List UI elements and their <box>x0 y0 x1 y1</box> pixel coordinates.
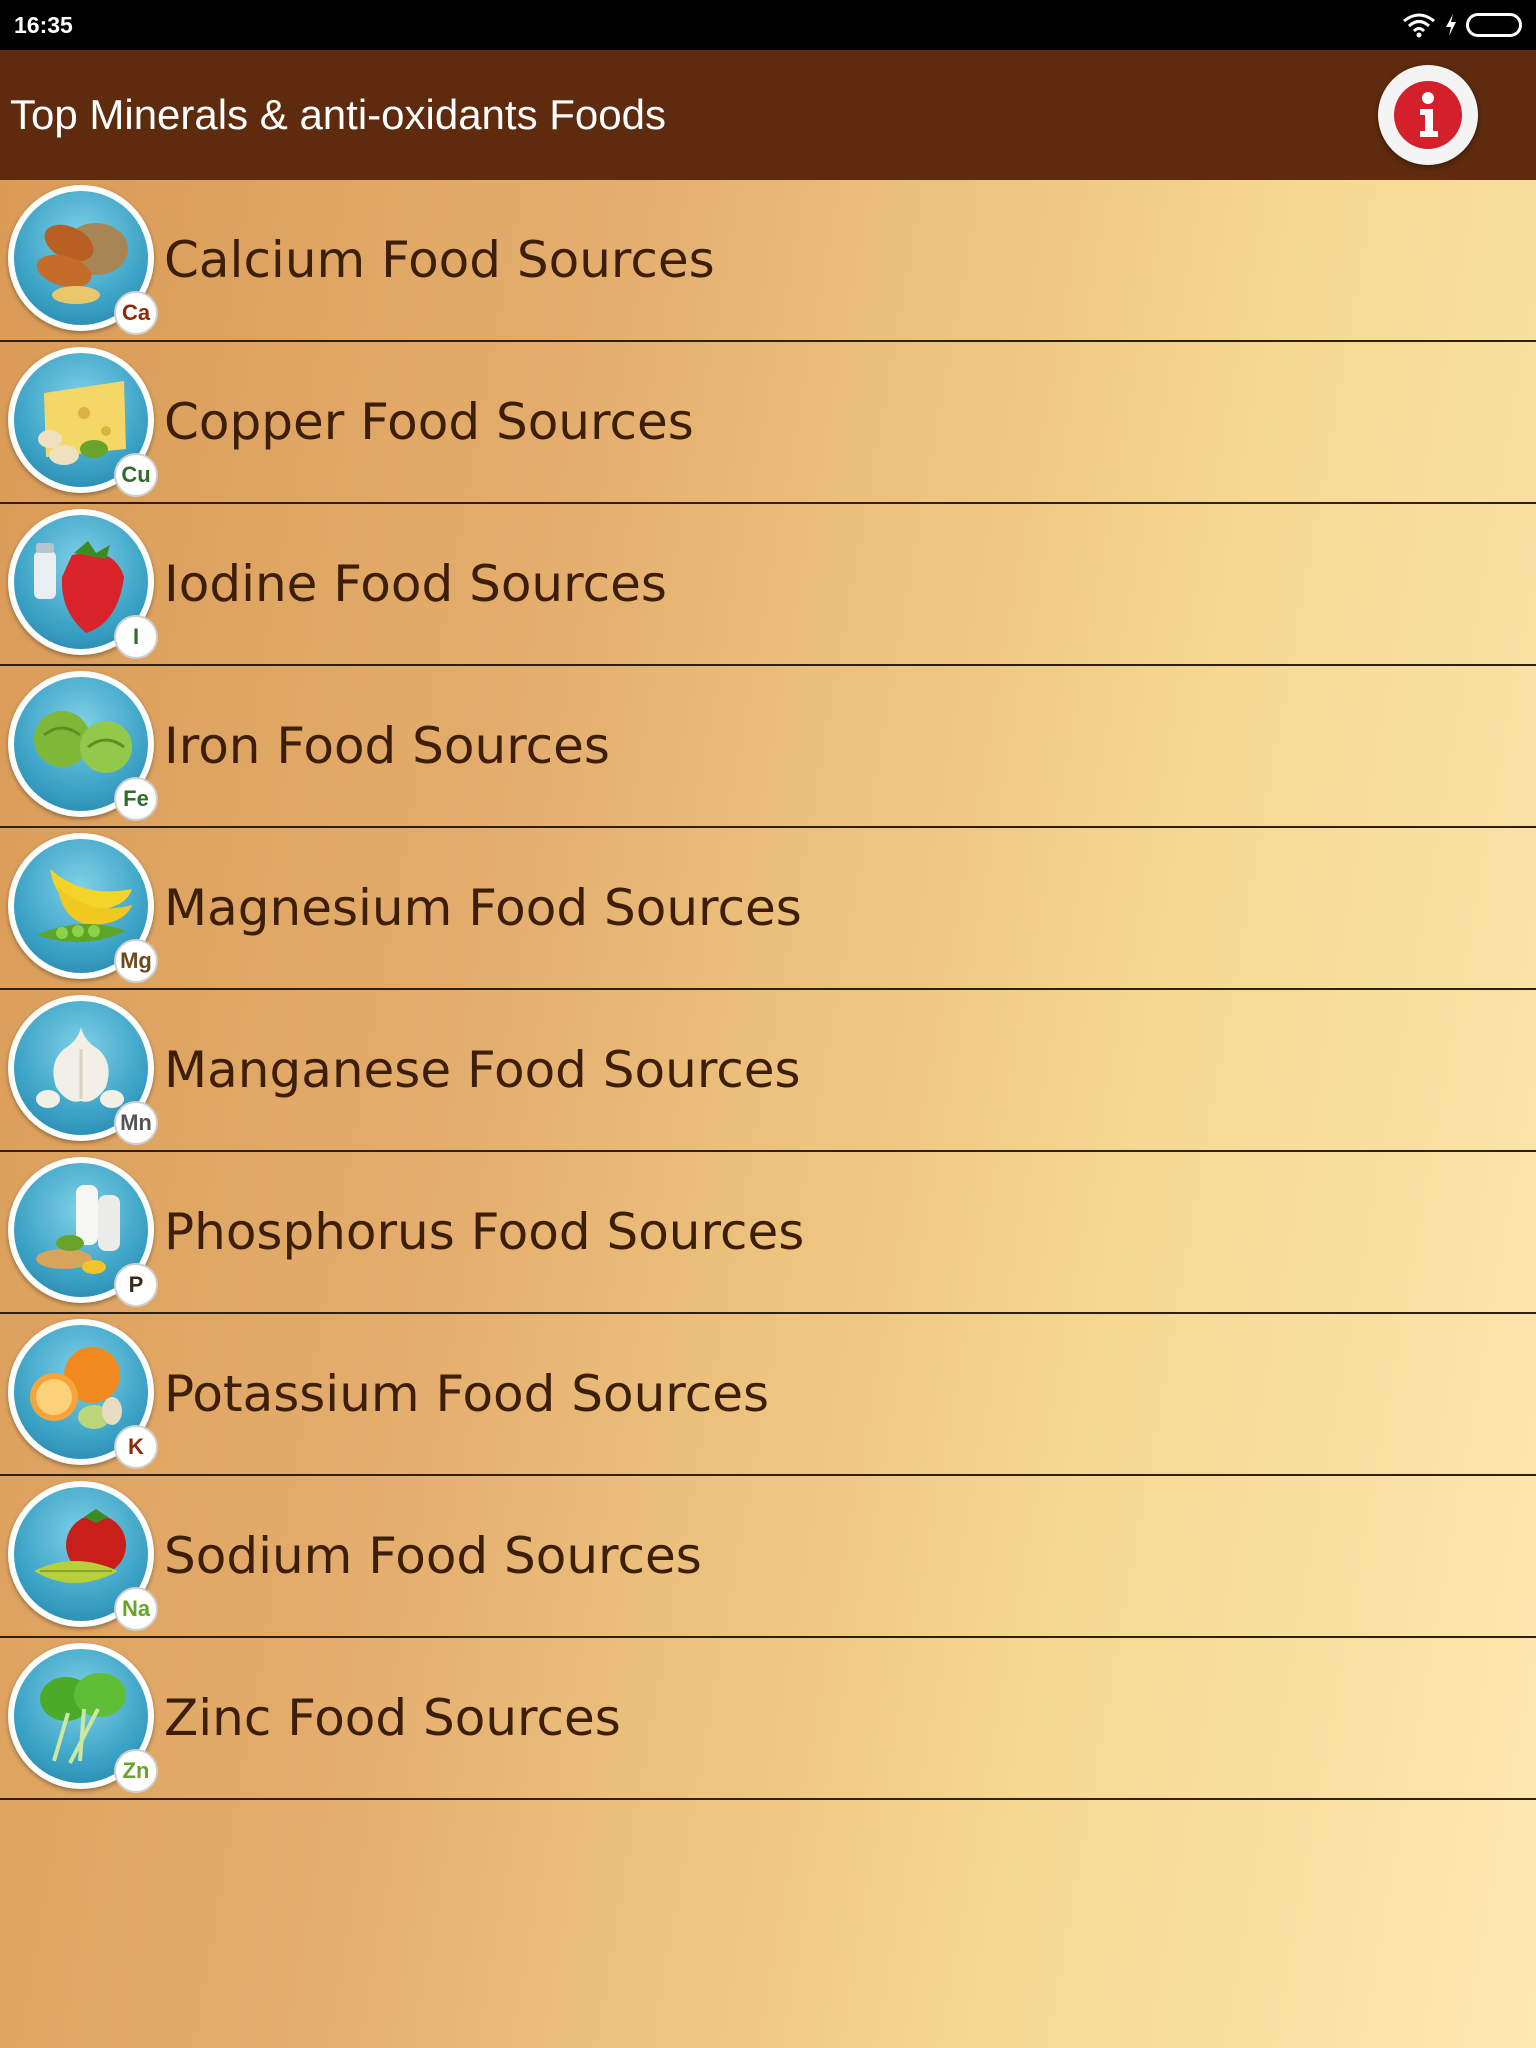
manganese-icon-wrap: Mn <box>8 995 158 1145</box>
mineral-list: Ca Calcium Food Sources Cu Copper Food S… <box>0 180 1536 1800</box>
app-title: Top Minerals & anti-oxidants Foods <box>10 91 666 138</box>
list-item-magnesium[interactable]: Mg Magnesium Food Sources <box>0 828 1536 990</box>
list-item-label: Zinc Food Sources <box>164 1689 621 1747</box>
list-item-phosphorus[interactable]: P Phosphorus Food Sources <box>0 1152 1536 1314</box>
potassium-icon-wrap: K <box>8 1319 158 1469</box>
potassium-symbol-badge: K <box>114 1425 158 1469</box>
sodium-symbol-badge: Na <box>114 1587 158 1631</box>
copper-icon-wrap: Cu <box>8 347 158 497</box>
info-icon <box>1394 81 1462 149</box>
copper-symbol-badge: Cu <box>114 453 158 497</box>
list-item-iron[interactable]: Fe Iron Food Sources <box>0 666 1536 828</box>
list-item-label: Iron Food Sources <box>164 717 610 775</box>
list-item-sodium[interactable]: Na Sodium Food Sources <box>0 1476 1536 1638</box>
zinc-icon-wrap: Zn <box>8 1643 158 1793</box>
iodine-symbol-badge: I <box>114 615 158 659</box>
iron-symbol-badge: Fe <box>114 777 158 821</box>
phosphorus-icon-wrap: P <box>8 1157 158 1307</box>
calcium-symbol-badge: Ca <box>114 291 158 335</box>
battery-icon <box>1466 13 1522 37</box>
magnesium-symbol-badge: Mg <box>114 939 158 983</box>
list-item-label: Phosphorus Food Sources <box>164 1203 805 1261</box>
magnesium-icon-wrap: Mg <box>8 833 158 983</box>
phosphorus-symbol-badge: P <box>114 1263 158 1307</box>
list-item-label: Calcium Food Sources <box>164 231 715 289</box>
sodium-icon-wrap: Na <box>8 1481 158 1631</box>
list-item-iodine[interactable]: I Iodine Food Sources <box>0 504 1536 666</box>
list-item-potassium[interactable]: K Potassium Food Sources <box>0 1314 1536 1476</box>
calcium-icon-wrap: Ca <box>8 185 158 335</box>
list-item-label: Iodine Food Sources <box>164 555 667 613</box>
status-time: 16:35 <box>14 11 73 38</box>
charging-icon <box>1446 14 1456 36</box>
iodine-icon-wrap: I <box>8 509 158 659</box>
wifi-icon <box>1403 13 1435 38</box>
zinc-symbol-badge: Zn <box>114 1749 158 1793</box>
manganese-symbol-badge: Mn <box>114 1101 158 1145</box>
list-item-calcium[interactable]: Ca Calcium Food Sources <box>0 180 1536 342</box>
list-item-label: Potassium Food Sources <box>164 1365 770 1423</box>
list-item-label: Sodium Food Sources <box>164 1527 702 1585</box>
list-item-copper[interactable]: Cu Copper Food Sources <box>0 342 1536 504</box>
status-icons <box>1402 12 1522 38</box>
app-bar: Top Minerals & anti-oxidants Foods <box>0 50 1536 180</box>
list-item-label: Manganese Food Sources <box>164 1041 801 1099</box>
list-item-zinc[interactable]: Zn Zinc Food Sources <box>0 1638 1536 1800</box>
status-bar: 16:35 <box>0 0 1536 50</box>
list-item-manganese[interactable]: Mn Manganese Food Sources <box>0 990 1536 1152</box>
iron-icon-wrap: Fe <box>8 671 158 821</box>
info-button[interactable] <box>1378 65 1478 165</box>
list-item-label: Magnesium Food Sources <box>164 879 802 937</box>
list-item-label: Copper Food Sources <box>164 393 694 451</box>
